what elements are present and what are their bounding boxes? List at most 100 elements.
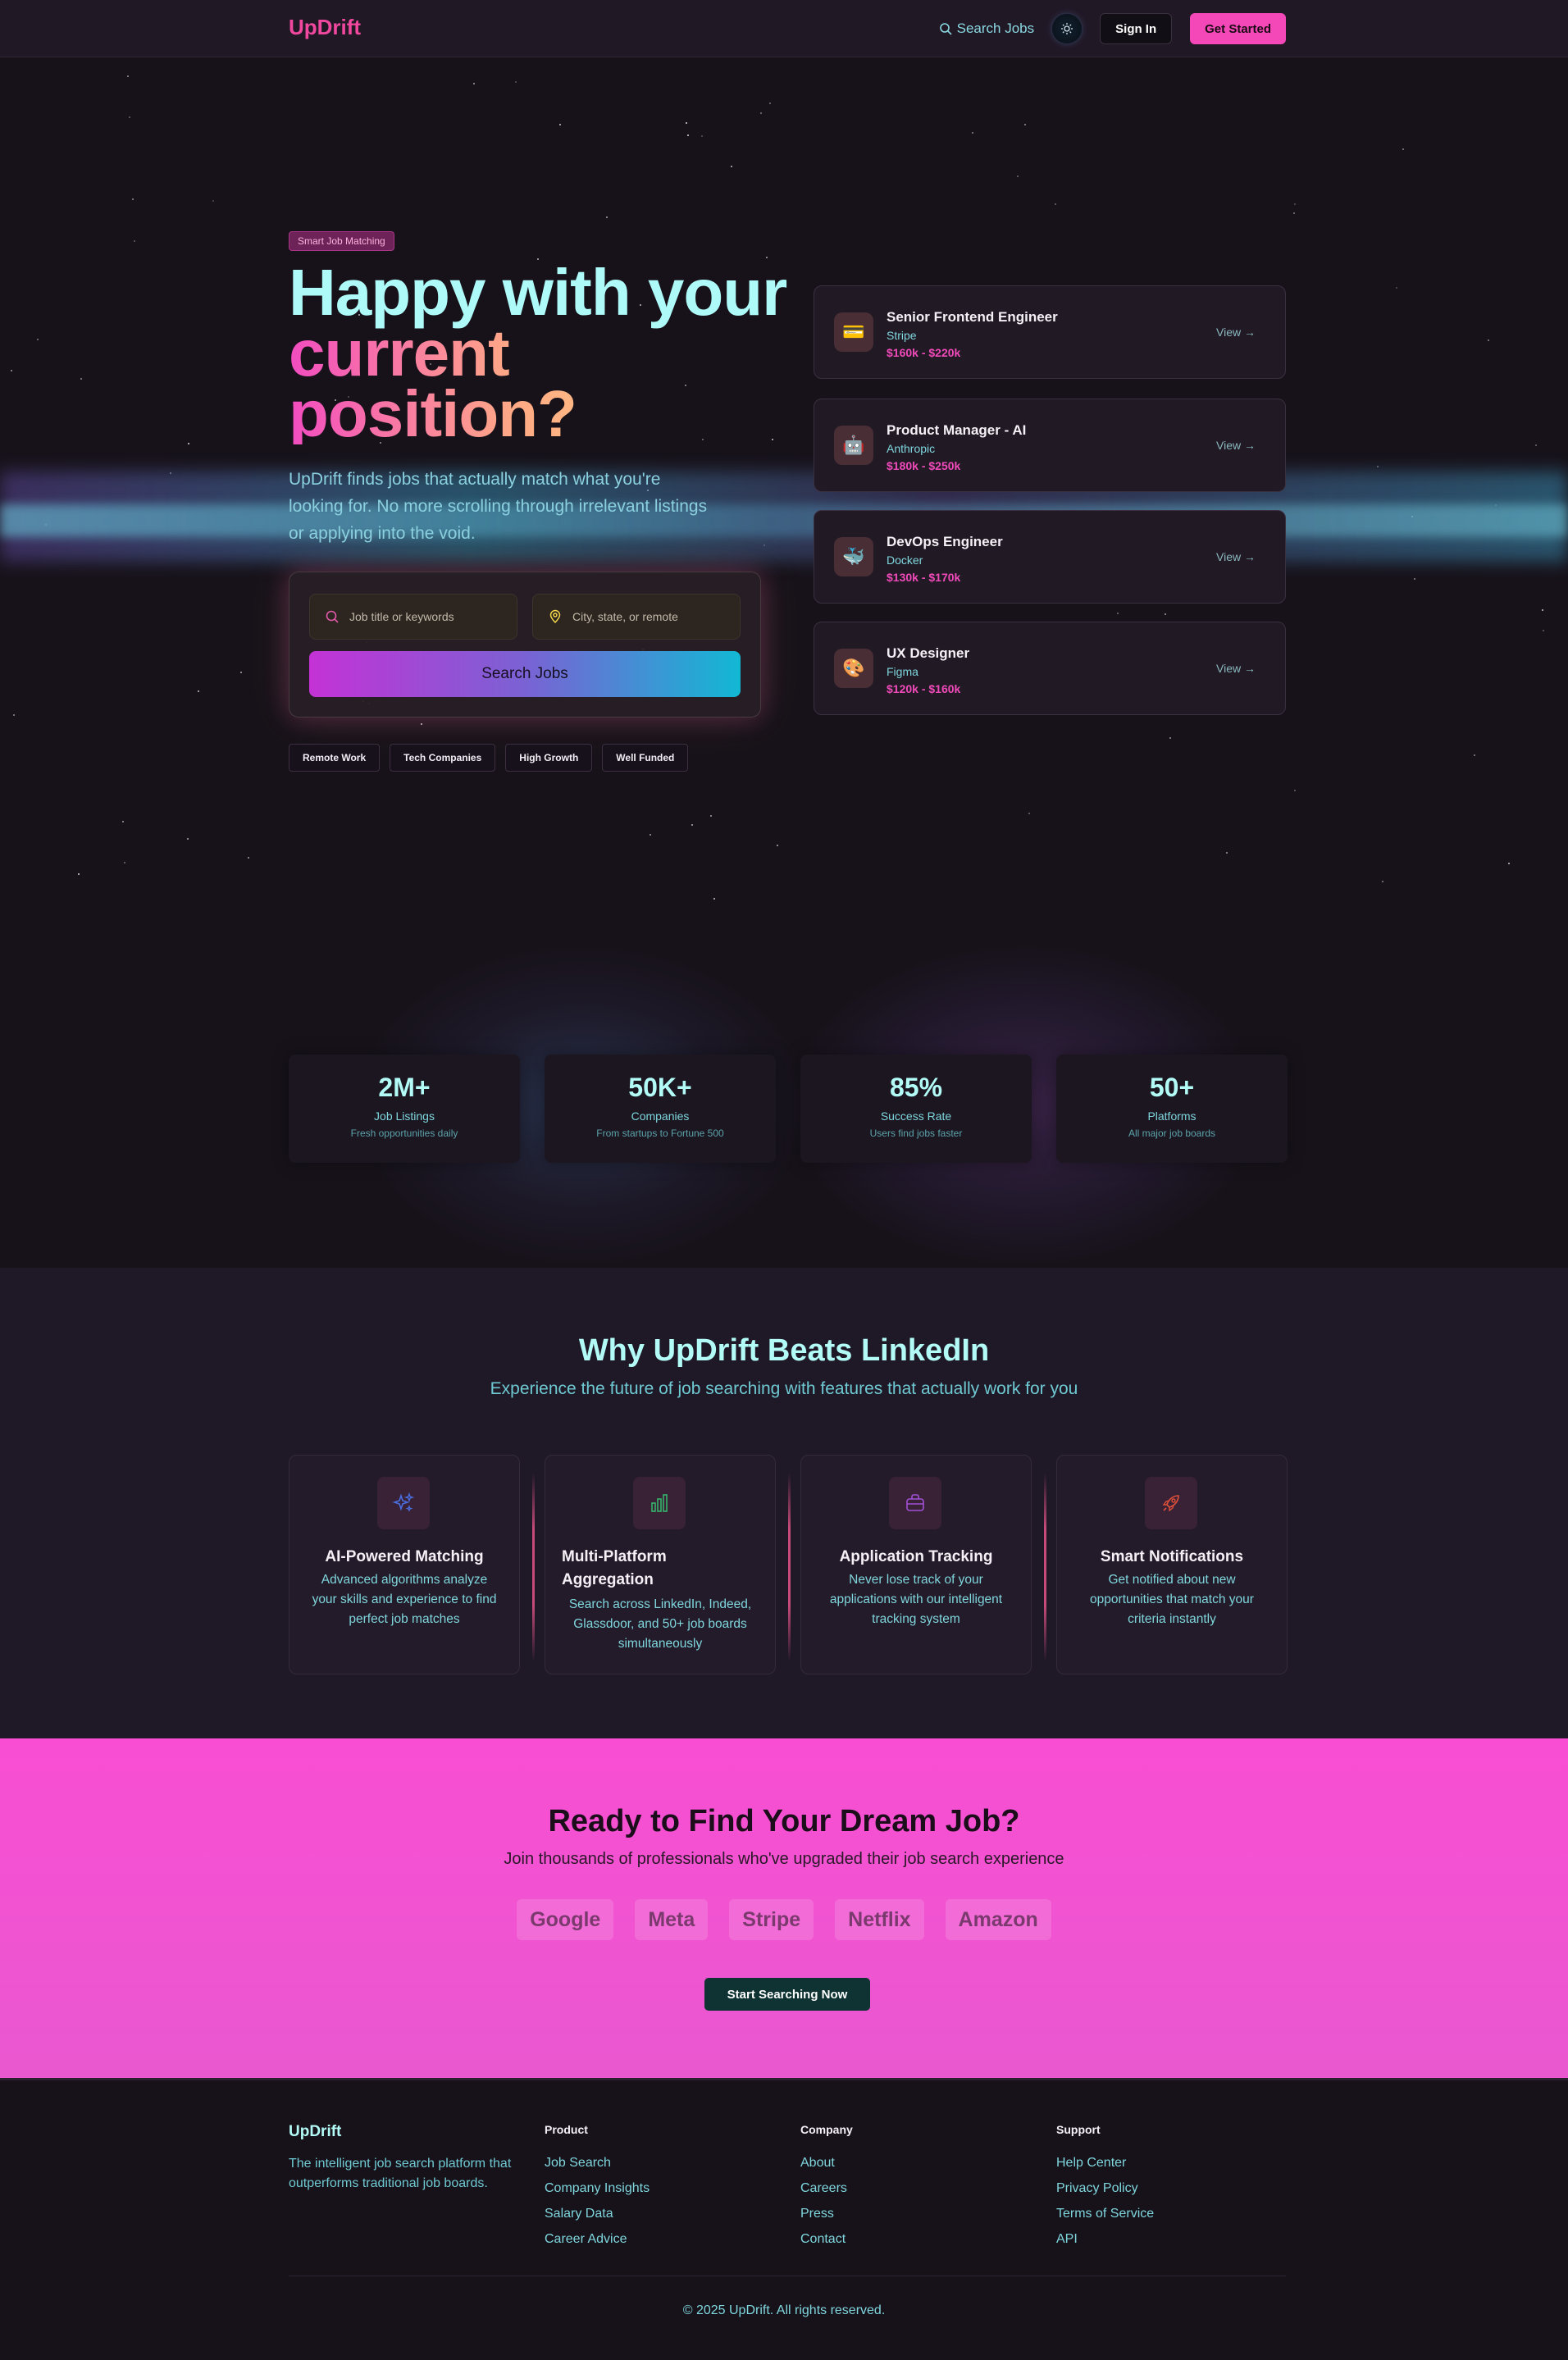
search-icon	[326, 610, 339, 623]
view-job-link[interactable]: View →	[1216, 326, 1256, 339]
star-dot	[1543, 630, 1544, 631]
card-divider	[532, 1473, 535, 1661]
star-dot	[1382, 881, 1383, 882]
star-dot	[13, 714, 15, 716]
location-input[interactable]: City, state, or remote	[532, 594, 741, 640]
star-dot	[1226, 852, 1228, 854]
stat-label: Job Listings	[374, 1109, 435, 1123]
star-dot	[188, 443, 189, 444]
view-job-link[interactable]: View →	[1216, 439, 1256, 452]
chip-tech-companies[interactable]: Tech Companies	[390, 744, 496, 772]
footer-link-help-center[interactable]: Help Center	[1056, 2156, 1154, 2171]
job-salary: $130k - $170k	[887, 571, 961, 584]
job-card[interactable]: 💳 Senior Frontend Engineer Stripe $160k …	[814, 285, 1286, 379]
stat-desc: All major job boards	[1128, 1128, 1216, 1139]
feature-desc: Get notified about new opportunities tha…	[1090, 1573, 1254, 1626]
chip-well-funded[interactable]: Well Funded	[602, 744, 689, 772]
star-dot	[606, 216, 608, 218]
star-dot	[127, 75, 129, 77]
company-logo-meta: Meta	[635, 1899, 709, 1940]
footer-link-salary-data[interactable]: Salary Data	[545, 2207, 650, 2221]
job-card[interactable]: 🐳 DevOps Engineer Docker $130k - $170k V…	[814, 510, 1286, 604]
star-dot	[1474, 754, 1475, 756]
footer-link-press[interactable]: Press	[800, 2207, 853, 2221]
company-logos: Google Meta Stripe Netflix Amazon	[0, 1899, 1568, 1940]
sparkles-icon	[377, 1477, 430, 1529]
company-logo-google: Google	[517, 1899, 614, 1940]
map-pin-icon	[549, 609, 561, 624]
job-card[interactable]: 🎨 UX Designer Figma $120k - $160k View →	[814, 622, 1286, 715]
star-dot	[80, 378, 82, 380]
company-logo-netflix: Netflix	[835, 1899, 924, 1940]
star-dot	[37, 339, 39, 340]
company-logo-stripe: Stripe	[729, 1899, 814, 1940]
stat-card: 2M+ Job Listings Fresh opportunities dai…	[289, 1055, 520, 1163]
view-job-link[interactable]: View →	[1216, 550, 1256, 563]
star-dot	[248, 857, 249, 859]
sign-in-button[interactable]: Sign In	[1100, 13, 1173, 44]
chip-high-growth[interactable]: High Growth	[505, 744, 593, 772]
logo[interactable]: UpDrift	[289, 15, 361, 40]
stat-card: 50K+ Companies From startups to Fortune …	[545, 1055, 776, 1163]
stat-desc: From startups to Fortune 500	[596, 1128, 724, 1139]
hero-section: Smart Job Matching Happy with your curre…	[0, 57, 1568, 943]
footer-link-api[interactable]: API	[1056, 2232, 1154, 2247]
cta-title: Ready to Find Your Dream Job?	[548, 1804, 1020, 1838]
star-dot	[1055, 203, 1056, 205]
star-dot	[1169, 737, 1171, 739]
feature-title: Multi-Platform Aggregation	[562, 1548, 667, 1588]
keywords-input[interactable]: Job title or keywords	[309, 594, 517, 640]
search-icon	[939, 23, 952, 35]
footer: UpDrift The intelligent job search platf…	[0, 2078, 1568, 2360]
star-dot	[421, 723, 422, 725]
footer-logo[interactable]: UpDrift	[289, 2123, 518, 2141]
footer-link-privacy-policy[interactable]: Privacy Policy	[1056, 2181, 1154, 2196]
footer-link-terms[interactable]: Terms of Service	[1056, 2207, 1154, 2221]
search-jobs-button[interactable]: Search Jobs	[309, 651, 741, 697]
star-dot	[198, 690, 199, 692]
stat-card: 50+ Platforms All major job boards	[1056, 1055, 1288, 1163]
star-dot	[1542, 609, 1543, 611]
search-box: Job title or keywords City, state, or re…	[289, 572, 761, 718]
hero-subtitle: UpDrift finds jobs that actually match w…	[289, 470, 708, 543]
star-dot	[701, 135, 703, 137]
credit-card-icon: 💳	[834, 312, 873, 352]
feature-card: Smart Notifications Get notified about n…	[1056, 1455, 1288, 1674]
hero-title-line2: current	[289, 321, 786, 386]
feature-desc: Never lose track of your applications wi…	[829, 1573, 1003, 1626]
chip-remote-work[interactable]: Remote Work	[289, 744, 381, 772]
footer-link-contact[interactable]: Contact	[800, 2232, 853, 2247]
footer-link-about[interactable]: About	[800, 2156, 853, 2171]
footer-link-careers[interactable]: Careers	[800, 2181, 853, 2196]
star-dot	[129, 116, 130, 118]
features-section: Why UpDrift Beats LinkedIn Experience th…	[0, 1268, 1568, 1738]
star-dot	[1396, 287, 1397, 289]
feature-card: AI-Powered Matching Advanced algorithms …	[289, 1455, 520, 1674]
stat-number: 85%	[889, 1073, 943, 1102]
search-jobs-link[interactable]: Search Jobs	[939, 21, 1034, 37]
cta-subtitle: Join thousands of professionals who've u…	[504, 1850, 1064, 1868]
robot-icon: 🤖	[834, 426, 873, 465]
footer-link-company-insights[interactable]: Company Insights	[545, 2181, 650, 2196]
footer-link-career-advice[interactable]: Career Advice	[545, 2232, 650, 2247]
job-card[interactable]: 🤖 Product Manager - AI Anthropic $180k -…	[814, 399, 1286, 492]
job-company: Stripe	[887, 329, 917, 342]
feature-title: Smart Notifications	[1100, 1548, 1244, 1565]
footer-heading: Company	[800, 2123, 853, 2136]
start-searching-button[interactable]: Start Searching Now	[704, 1978, 870, 2011]
feature-title: Application Tracking	[839, 1548, 993, 1565]
footer-column-support: Support Help Center Privacy Policy Terms…	[1056, 2123, 1154, 2257]
job-company: Anthropic	[887, 442, 936, 455]
hero-title-line3: position?	[289, 381, 786, 447]
footer-link-job-search[interactable]: Job Search	[545, 2156, 650, 2171]
star-dot	[1024, 124, 1026, 125]
view-job-link[interactable]: View →	[1216, 662, 1256, 675]
star-dot	[124, 862, 125, 863]
star-dot	[1535, 444, 1537, 446]
theme-toggle-button[interactable]	[1052, 14, 1083, 43]
card-divider	[1044, 1473, 1046, 1661]
top-nav: UpDrift Search Jobs Sign In Get Started	[0, 0, 1568, 57]
star-dot	[212, 200, 214, 202]
get-started-button[interactable]: Get Started	[1190, 13, 1286, 44]
feature-card: Multi-Platform Aggregation Search across…	[545, 1455, 776, 1674]
